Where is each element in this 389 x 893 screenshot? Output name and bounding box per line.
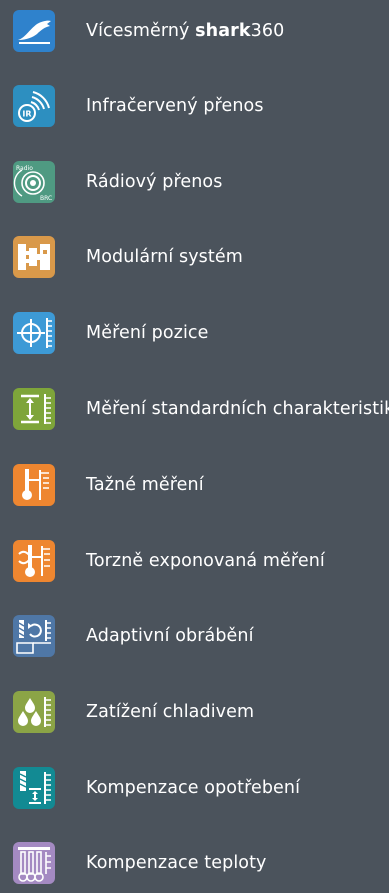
menu-item-shark360[interactable]: Vícesměrný shark360 bbox=[0, 1, 389, 61]
menu-item-torsion-measurement[interactable]: Torzně exponovaná měření bbox=[0, 531, 389, 591]
menu-item-label: Kompenzace teploty bbox=[86, 853, 267, 873]
menu-item-infrared-transmission[interactable]: IR Infračervený přenos bbox=[0, 76, 389, 136]
svg-text:IR: IR bbox=[22, 110, 31, 119]
svg-text:Radio: Radio bbox=[16, 165, 33, 172]
menu-item-label: Měření standardních charakteristik bbox=[86, 399, 389, 419]
wear-compensation-icon bbox=[13, 767, 55, 809]
menu-item-label: Rádiový přenos bbox=[86, 172, 223, 192]
menu-item-position-measurement[interactable]: Měření pozice bbox=[0, 303, 389, 363]
menu-item-coolant-load[interactable]: Zatížení chladivem bbox=[0, 682, 389, 742]
menu-item-radio-transmission[interactable]: Radio BRC Rádiový přenos bbox=[0, 152, 389, 212]
adaptive-machining-icon bbox=[13, 615, 55, 657]
infrared-transmission-icon: IR bbox=[13, 85, 55, 127]
menu-item-label: Adaptivní obrábění bbox=[86, 626, 254, 646]
svg-text:BRC: BRC bbox=[40, 195, 52, 202]
modular-system-icon bbox=[13, 236, 55, 278]
menu-item-label: Tažné měření bbox=[86, 475, 204, 495]
torsion-measurement-icon bbox=[13, 540, 55, 582]
menu-item-label: Vícesměrný shark360 bbox=[86, 21, 285, 41]
menu-item-label: Kompenzace opotřebení bbox=[86, 778, 301, 798]
feature-menu: Vícesměrný shark360 IR Infračervený přen… bbox=[0, 0, 389, 884]
standard-characteristics-icon bbox=[13, 388, 55, 430]
shark-icon bbox=[13, 10, 55, 52]
menu-item-standard-characteristics[interactable]: Měření standardních charakteristik bbox=[0, 379, 389, 439]
position-measurement-icon bbox=[13, 312, 55, 354]
menu-item-adaptive-machining[interactable]: Adaptivní obrábění bbox=[0, 606, 389, 666]
menu-item-label: Modulární systém bbox=[86, 247, 243, 267]
menu-item-label: Torzně exponovaná měření bbox=[86, 551, 325, 571]
radio-transmission-icon: Radio BRC bbox=[13, 161, 55, 203]
menu-item-temperature-compensation[interactable]: Kompenzace teploty bbox=[0, 833, 389, 893]
menu-item-label: Infračervený přenos bbox=[86, 96, 264, 116]
temperature-compensation-icon bbox=[13, 842, 55, 884]
menu-item-modular-system[interactable]: Modulární systém bbox=[0, 227, 389, 287]
menu-item-tensile-measurement[interactable]: Tažné měření bbox=[0, 455, 389, 515]
menu-item-label: Zatížení chladivem bbox=[86, 702, 255, 722]
menu-item-label: Měření pozice bbox=[86, 323, 209, 343]
coolant-load-icon bbox=[13, 691, 55, 733]
tensile-measurement-icon bbox=[13, 464, 55, 506]
menu-item-wear-compensation[interactable]: Kompenzace opotřebení bbox=[0, 758, 389, 818]
